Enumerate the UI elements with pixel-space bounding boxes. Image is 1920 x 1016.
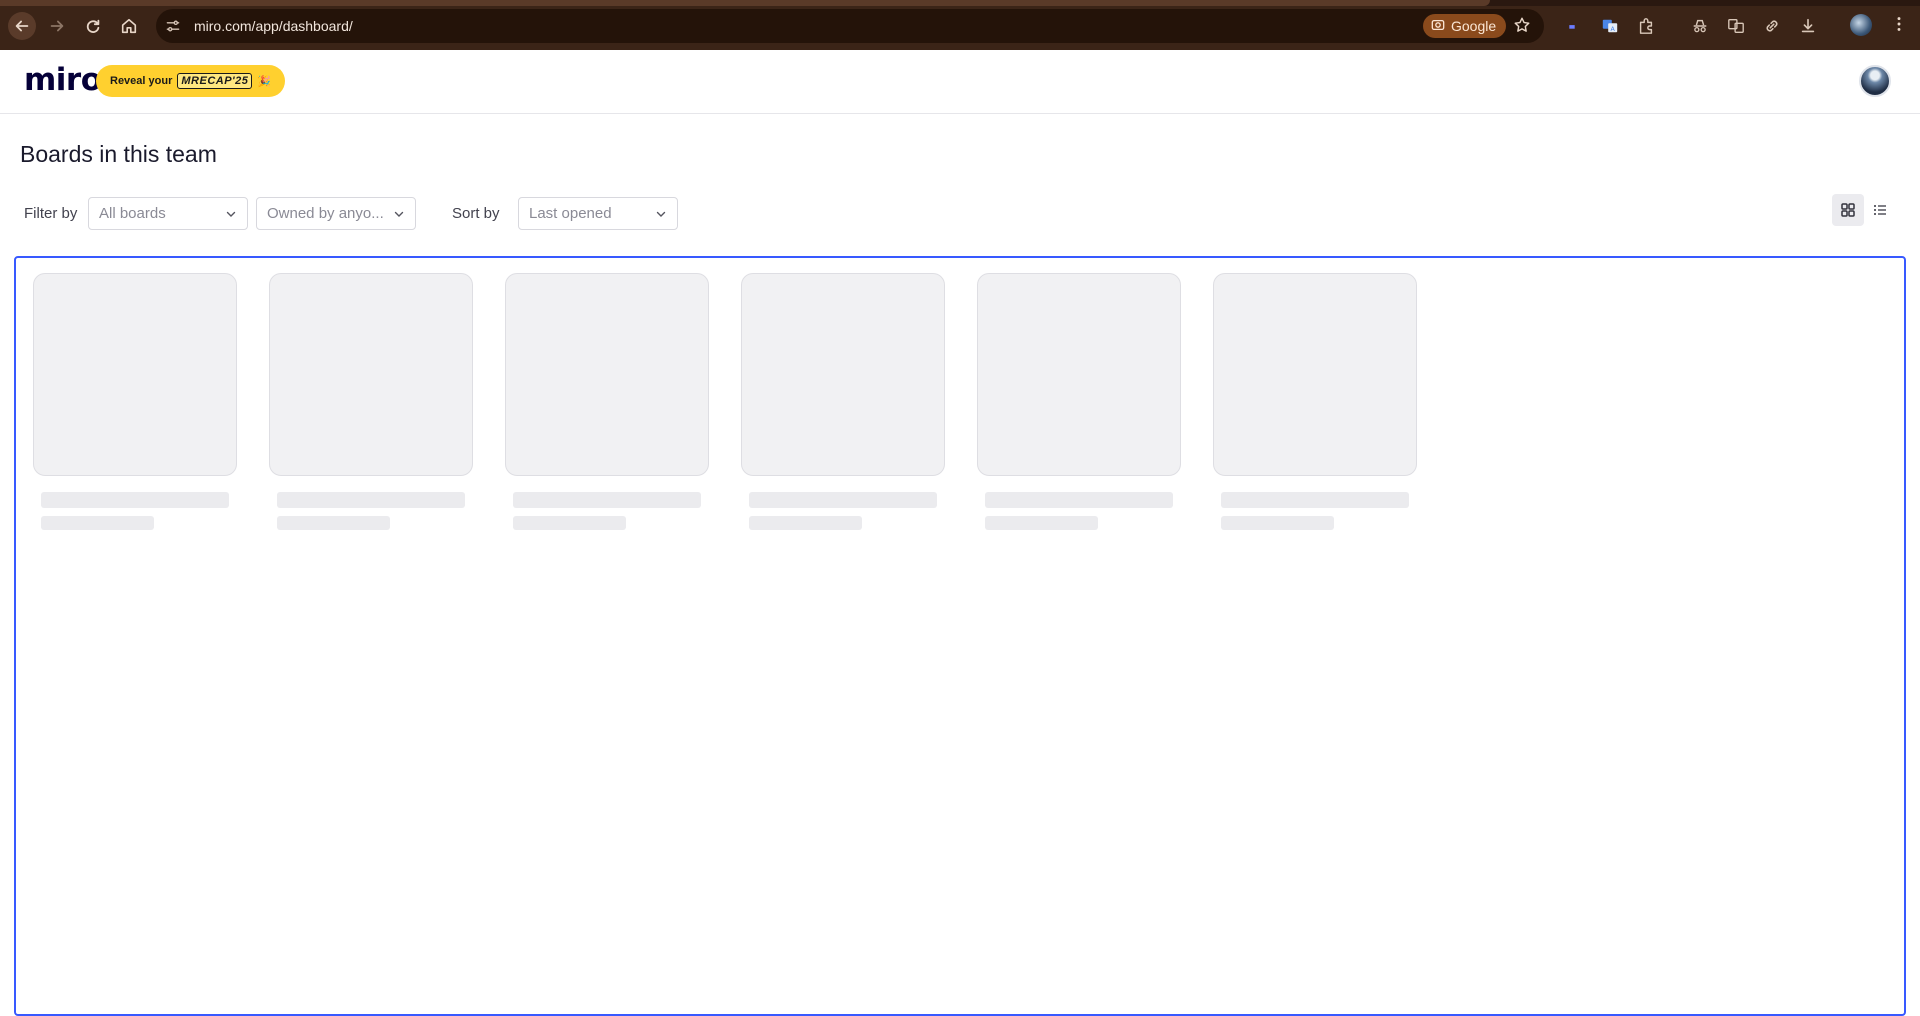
filter-owner-dropdown[interactable]: Owned by anyo... <box>256 197 416 230</box>
board-title-placeholder <box>749 492 937 508</box>
more-icon[interactable] <box>1890 15 1908 38</box>
board-meta-placeholder <box>513 516 626 530</box>
list-view-button[interactable] <box>1864 194 1896 226</box>
recap-prefix: Reveal your <box>110 75 173 87</box>
miro-logo[interactable]: miro <box>24 62 102 98</box>
recap-banner-button[interactable]: Reveal your MRECAP'25 🎉 <box>96 65 286 97</box>
grid-icon <box>1841 203 1855 217</box>
home-icon[interactable] <box>115 12 143 40</box>
active-tab-edge[interactable] <box>0 0 1490 6</box>
party-icon: 🎉 <box>257 75 272 88</box>
google-lens-chip[interactable]: Google <box>1423 14 1507 38</box>
board-thumbnail-placeholder <box>269 273 473 476</box>
forward-icon[interactable] <box>43 12 71 40</box>
filter-boards-value: All boards <box>99 205 166 222</box>
download-icon[interactable] <box>1798 16 1818 36</box>
translate-icon[interactable]: A <box>1600 16 1620 36</box>
chevron-down-icon <box>225 207 237 224</box>
svg-text:A: A <box>1610 26 1615 33</box>
sort-value: Last opened <box>529 205 612 222</box>
puzzle-icon[interactable] <box>1636 16 1656 36</box>
chevron-down-icon <box>655 207 667 224</box>
app-header: miro Reveal your MRECAP'25 🎉 <box>0 50 1920 114</box>
board-thumbnail-placeholder <box>977 273 1181 476</box>
board-meta-placeholder <box>277 516 390 530</box>
board-card-skeleton[interactable] <box>1213 273 1417 530</box>
board-card-skeleton[interactable] <box>977 273 1181 530</box>
board-card-skeleton[interactable] <box>505 273 709 530</box>
sort-dropdown[interactable]: Last opened <box>518 197 678 230</box>
back-icon[interactable] <box>8 12 36 40</box>
board-title-placeholder <box>41 492 229 508</box>
boards-grid <box>14 256 1906 1016</box>
address-bar[interactable]: miro.com/app/dashboard/ <box>156 9 1544 43</box>
board-thumbnail-placeholder <box>741 273 945 476</box>
browser-profile-avatar[interactable] <box>1850 14 1872 36</box>
board-title-placeholder <box>277 492 465 508</box>
recap-badge: MRECAP'25 <box>177 73 253 89</box>
list-icon <box>1873 203 1887 217</box>
google-chip-label: Google <box>1451 18 1497 34</box>
incognito-icon[interactable] <box>1690 16 1710 36</box>
user-avatar[interactable] <box>1859 65 1891 97</box>
board-meta-placeholder <box>1221 516 1334 530</box>
browser-toolbar: miro.com/app/dashboard/ Google A <box>0 0 1920 50</box>
board-card-skeleton[interactable] <box>741 273 945 530</box>
lens-icon <box>1431 18 1445 35</box>
board-thumbnail-placeholder <box>505 273 709 476</box>
board-title-placeholder <box>985 492 1173 508</box>
grid-view-button[interactable] <box>1832 194 1864 226</box>
link-icon[interactable] <box>1762 16 1782 36</box>
chevron-down-icon <box>393 207 405 224</box>
reload-icon[interactable] <box>79 12 107 40</box>
star-icon[interactable] <box>1513 16 1531 39</box>
url-text[interactable]: miro.com/app/dashboard/ <box>194 18 353 34</box>
board-title-placeholder <box>513 492 701 508</box>
site-settings-icon[interactable] <box>156 9 190 43</box>
sort-label: Sort by <box>452 205 500 222</box>
board-meta-placeholder <box>41 516 154 530</box>
filter-owner-value: Owned by anyo... <box>267 205 384 222</box>
filter-label: Filter by <box>24 205 78 222</box>
board-meta-placeholder <box>985 516 1098 530</box>
board-meta-placeholder <box>749 516 862 530</box>
board-thumbnail-placeholder <box>33 273 237 476</box>
translate-page-icon[interactable] <box>1726 16 1746 36</box>
tab-strip <box>0 0 1920 6</box>
board-card-skeleton[interactable] <box>269 273 473 530</box>
board-title-placeholder <box>1221 492 1409 508</box>
filter-boards-dropdown[interactable]: All boards <box>88 197 248 230</box>
page-title: Boards in this team <box>20 141 217 167</box>
board-card-skeleton[interactable] <box>33 273 237 530</box>
board-thumbnail-placeholder <box>1213 273 1417 476</box>
extension-icon[interactable] <box>1562 16 1582 36</box>
